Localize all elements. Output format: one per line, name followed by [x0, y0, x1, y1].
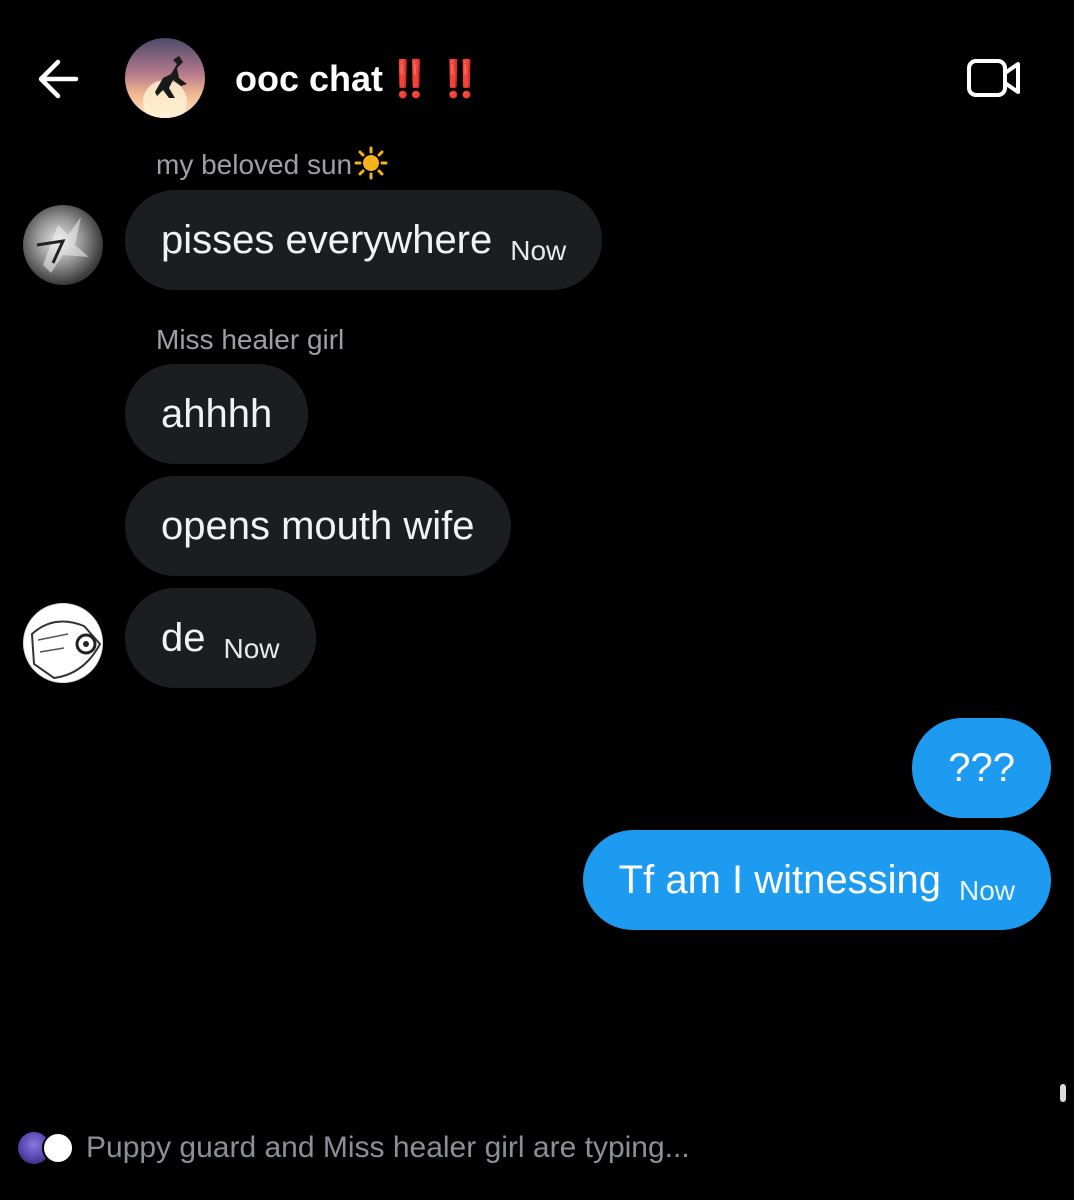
chat-title-text: ooc chat: [235, 58, 384, 99]
avatar[interactable]: [23, 205, 103, 285]
message-text: pisses everywhere: [161, 217, 493, 262]
message-text: ahhhh: [161, 391, 273, 436]
arrow-left-icon: [38, 59, 79, 99]
sun-icon: [354, 146, 388, 189]
message-text: opens mouth wife: [161, 503, 475, 548]
back-button[interactable]: [36, 56, 82, 102]
sender-name: my beloved sun: [156, 146, 388, 189]
message-bubble[interactable]: de Now: [125, 588, 316, 688]
sender-name-text: my beloved sun: [156, 149, 353, 180]
typing-text: Puppy guard and Miss healer girl are typ…: [86, 1131, 690, 1164]
message-bubble[interactable]: opens mouth wife: [125, 476, 511, 576]
message-time: Now: [223, 633, 280, 664]
message-time: Now: [510, 235, 567, 266]
scrollbar[interactable]: [1060, 1084, 1066, 1102]
message-text: Tf am I witnessing: [618, 857, 941, 902]
message-time: Now: [958, 875, 1015, 906]
message-bubble[interactable]: ahhhh: [125, 364, 309, 464]
chat-title[interactable]: ooc chat ‼️ ‼️: [235, 56, 483, 102]
double-exclamation-icon: ‼️ ‼️: [387, 58, 483, 99]
chat-screen: ooc chat ‼️ ‼️ my beloved sun pisses eve…: [0, 0, 1074, 1200]
group-avatar-image: [143, 56, 187, 118]
avatar-image: [30, 620, 102, 680]
sender-name: Miss healer girl: [156, 324, 345, 355]
message-bubble-outgoing[interactable]: Tf am I witnessing Now: [582, 830, 1051, 930]
video-camera-icon: [967, 59, 1020, 97]
avatar[interactable]: [23, 603, 103, 683]
typing-indicator: Puppy guard and Miss healer girl are typ…: [18, 1128, 690, 1168]
message-text: ???: [948, 745, 1015, 790]
typing-avatar: [42, 1132, 74, 1164]
group-avatar[interactable]: [125, 38, 205, 118]
message-text: de: [161, 615, 206, 660]
avatar-image: [36, 217, 89, 273]
message-bubble-outgoing[interactable]: ???: [912, 718, 1051, 818]
video-call-button[interactable]: [966, 56, 1022, 100]
message-bubble[interactable]: pisses everywhere Now: [125, 190, 603, 290]
typing-avatars: [18, 1128, 78, 1168]
